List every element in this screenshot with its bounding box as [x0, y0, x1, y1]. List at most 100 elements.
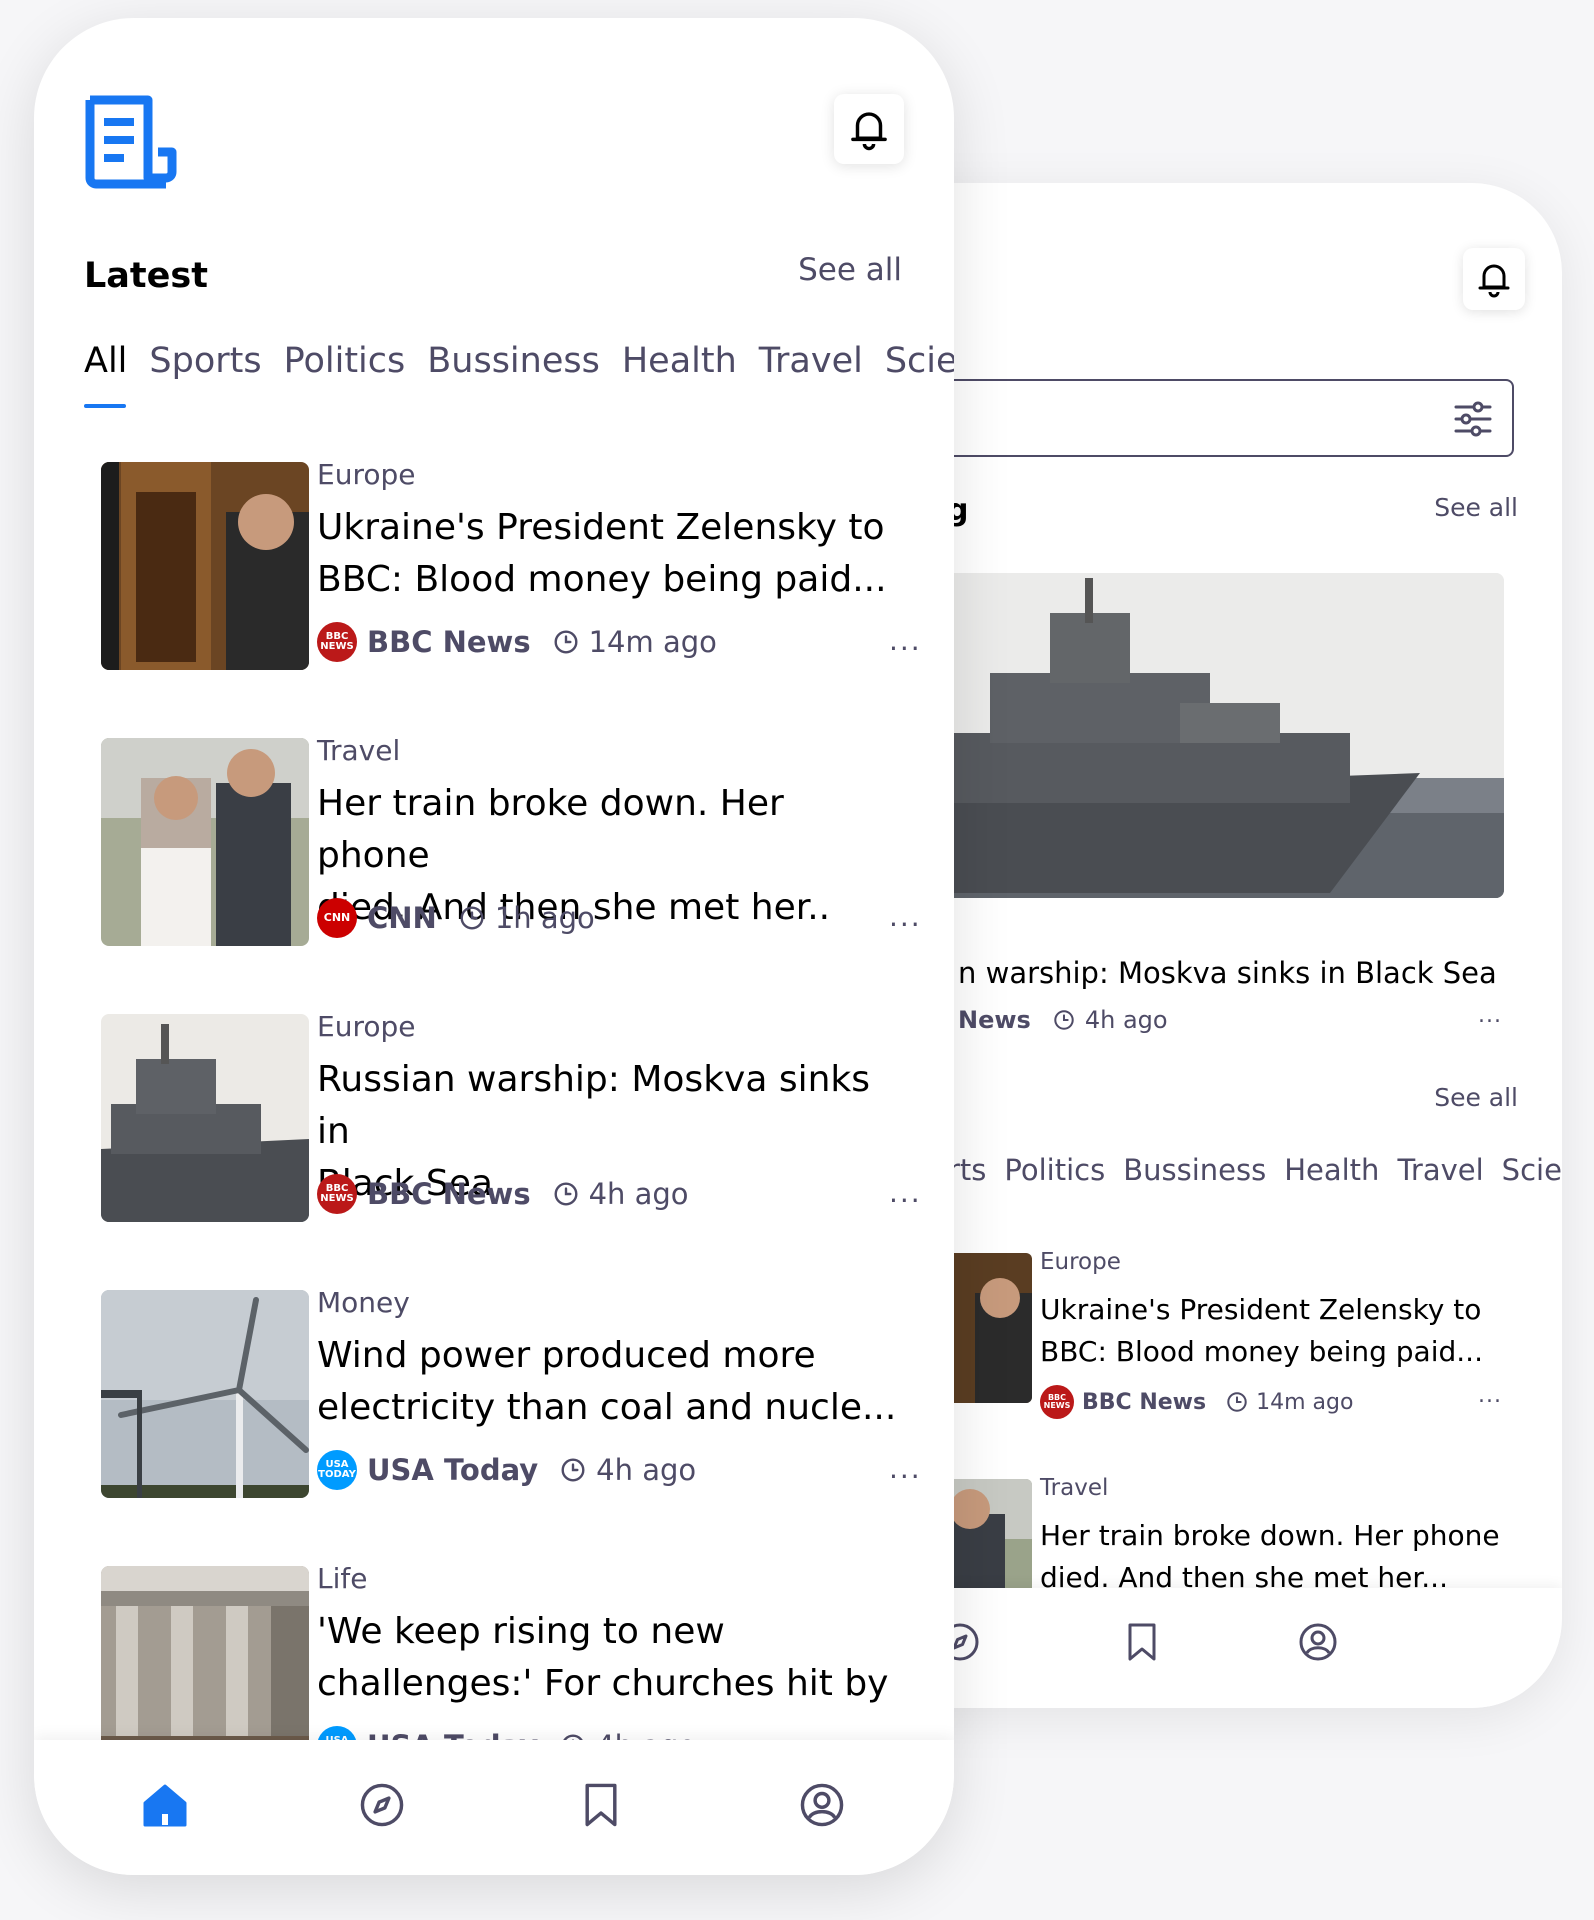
- category-tabs: rts Politics Bussiness Health Travel Sci…: [948, 1153, 1562, 1187]
- trending-hero-title[interactable]: n warship: Moskva sinks in Black Sea: [958, 956, 1497, 990]
- bbc-news-logo: BBC NEWS: [1040, 1385, 1074, 1419]
- active-tab-indicator: [84, 404, 126, 408]
- bottom-navigation: [34, 1740, 954, 1875]
- article-thumbnail: [101, 738, 309, 946]
- clock-icon: [1053, 1009, 1075, 1031]
- more-options-button[interactable]: ...: [889, 1452, 922, 1485]
- profile-icon[interactable]: [799, 1782, 845, 1828]
- tab-business[interactable]: Bussiness: [1123, 1153, 1266, 1187]
- article-title-line: Ukraine's President Zelensky to: [317, 507, 885, 548]
- bbc-news-logo: BBC NEWS: [317, 1174, 357, 1214]
- article-title: 'We keep rising to new challenges:' For …: [317, 1606, 907, 1710]
- more-options-button[interactable]: ...: [889, 900, 922, 933]
- article-title-line: Russian warship: Moskva sinks in: [317, 1059, 871, 1152]
- article-thumbnail: [101, 1014, 309, 1222]
- article-title-line: challenges:' For churches hit by: [317, 1663, 889, 1704]
- tab-travel[interactable]: Travel: [759, 341, 863, 381]
- news-card[interactable]: Europe Russian warship: Moskva sinks in …: [101, 1010, 920, 1222]
- front-phone-screen: Latest See all All Sports Politics Bussi…: [34, 18, 954, 1875]
- bbc-news-logo: BBC NEWS: [317, 622, 357, 662]
- article-title-line: Ukraine's President Zelensky to: [1040, 1293, 1482, 1326]
- article-title-line: electricity than coal and nucle...: [317, 1387, 897, 1428]
- tab-health[interactable]: Health: [622, 341, 737, 381]
- time-ago: 4h ago: [596, 1453, 697, 1487]
- trending-hero-meta: News 4h ago: [958, 1006, 1168, 1034]
- tab-all[interactable]: All: [84, 341, 127, 381]
- article-category: Life: [317, 1562, 368, 1595]
- source-name: CNN: [367, 901, 437, 935]
- article-title-line: Her train broke down. Her phone: [1040, 1519, 1500, 1552]
- time-ago: 4h ago: [1084, 1006, 1168, 1034]
- bell-icon: [1476, 259, 1512, 299]
- article-category: Europe: [317, 1010, 416, 1043]
- bell-icon: [848, 106, 890, 152]
- more-options-button[interactable]: ...: [1478, 1003, 1502, 1028]
- see-all-link[interactable]: See all: [798, 252, 902, 288]
- trending-hero-image[interactable]: [860, 573, 1504, 898]
- article-thumbnail: [101, 462, 309, 670]
- article-title-line: Wind power produced more: [317, 1335, 816, 1376]
- tab-science[interactable]: Scie: [1502, 1153, 1562, 1187]
- clock-icon: [1226, 1391, 1248, 1413]
- article-title: Ukraine's President Zelensky to BBC: Blo…: [1040, 1289, 1520, 1373]
- news-document-icon[interactable]: [84, 94, 180, 190]
- source-name: BBC News: [367, 1177, 531, 1211]
- source-name: BBC News: [367, 625, 531, 659]
- article-title-line: 'We keep rising to new: [317, 1611, 725, 1652]
- time-ago: 4h ago: [588, 1177, 689, 1211]
- article-meta: CNN CNN 1h ago: [317, 898, 595, 938]
- more-options-button[interactable]: ...: [889, 624, 922, 657]
- article-title-line: BBC: Blood money being paid...: [1040, 1335, 1483, 1368]
- more-options-button[interactable]: ...: [889, 1176, 922, 1209]
- tab-science[interactable]: Scie: [885, 341, 954, 381]
- compass-icon[interactable]: [359, 1782, 405, 1828]
- news-card[interactable]: Europe Ukraine's President Zelensky to B…: [880, 1249, 1540, 1419]
- category-tabs: All Sports Politics Bussiness Health Tra…: [84, 341, 954, 381]
- article-title-line: BBC: Blood money being paid...: [317, 559, 887, 600]
- clock-icon: [553, 629, 579, 655]
- article-category: Europe: [1040, 1249, 1121, 1275]
- cnn-logo: CNN: [317, 898, 357, 938]
- tab-politics[interactable]: Politics: [1004, 1153, 1105, 1187]
- source-name: BBC News: [1082, 1389, 1207, 1415]
- section-title: Latest: [84, 256, 208, 296]
- article-category: Money: [317, 1286, 410, 1319]
- trending-see-all[interactable]: See all: [1434, 493, 1518, 522]
- clock-icon: [459, 905, 485, 931]
- clock-icon: [553, 1181, 579, 1207]
- search-input[interactable]: rch: [880, 379, 1514, 457]
- article-title-line: Her train broke down. Her phone: [317, 783, 784, 876]
- notifications-button[interactable]: [1463, 248, 1525, 310]
- bookmark-icon[interactable]: [1125, 1622, 1159, 1662]
- latest-see-all[interactable]: See all: [1434, 1083, 1518, 1112]
- news-card[interactable]: Europe Ukraine's President Zelensky to B…: [101, 458, 920, 670]
- article-category: Travel: [317, 734, 401, 767]
- article-meta: USA TODAY USA Today 4h ago: [317, 1450, 696, 1490]
- article-meta: BBC NEWS BBC News 4h ago: [317, 1174, 689, 1214]
- news-card[interactable]: Money Wind power produced more electrici…: [101, 1286, 920, 1498]
- notifications-button[interactable]: [834, 94, 904, 164]
- bookmark-icon[interactable]: [581, 1782, 621, 1828]
- article-meta: BBC NEWS BBC News 14m ago: [1040, 1385, 1353, 1419]
- article-title: Ukraine's President Zelensky to BBC: Blo…: [317, 502, 907, 606]
- article-category: Europe: [317, 458, 416, 491]
- profile-icon[interactable]: [1298, 1622, 1338, 1662]
- tab-business[interactable]: Bussiness: [427, 341, 600, 381]
- usa-today-logo: USA TODAY: [317, 1450, 357, 1490]
- article-title: Wind power produced more electricity tha…: [317, 1330, 907, 1434]
- source-name: USA Today: [367, 1453, 539, 1487]
- article-meta: BBC NEWS BBC News 14m ago: [317, 622, 717, 662]
- tab-sports[interactable]: Sports: [149, 341, 261, 381]
- clock-icon: [560, 1457, 586, 1483]
- article-thumbnail: [101, 1290, 309, 1498]
- home-icon[interactable]: [142, 1782, 188, 1828]
- news-card[interactable]: Travel Her train broke down. Her phone d…: [101, 734, 920, 946]
- tab-politics[interactable]: Politics: [284, 341, 406, 381]
- tab-travel[interactable]: Travel: [1397, 1153, 1483, 1187]
- tab-health[interactable]: Health: [1284, 1153, 1379, 1187]
- more-options-button[interactable]: ...: [1478, 1383, 1502, 1408]
- article-category: Travel: [1040, 1475, 1109, 1501]
- time-ago: 14m ago: [1256, 1389, 1354, 1415]
- time-ago: 1h ago: [494, 901, 595, 935]
- filter-icon[interactable]: [1454, 401, 1492, 437]
